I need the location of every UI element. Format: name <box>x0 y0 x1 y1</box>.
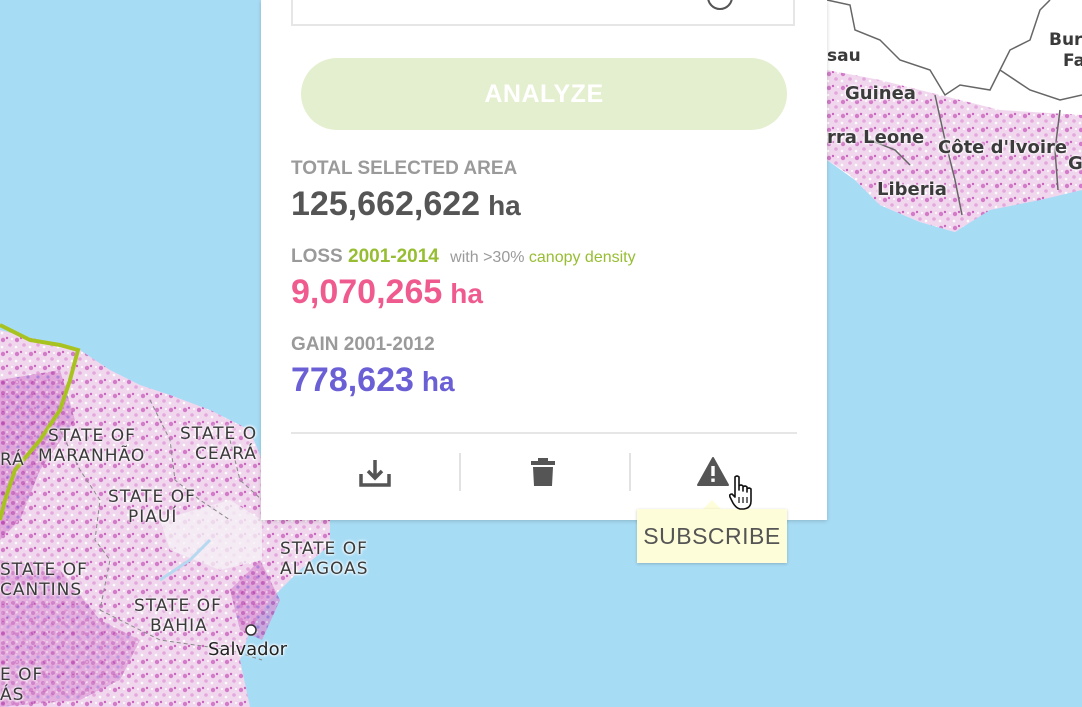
salvador-marker <box>245 624 257 636</box>
map-label-bahia: STATE OF <box>134 596 222 616</box>
map-label-cote-divoire: Côte d'Ivoire <box>938 137 1068 158</box>
loss-label-text: LOSS <box>291 246 343 267</box>
loss-number: 9,070,265 <box>291 273 443 311</box>
tool-separator <box>459 453 461 491</box>
map-label-piaui-2: PIAUÍ <box>128 507 178 527</box>
map-label-sierra-leone: rra Leone <box>827 127 925 148</box>
trash-icon <box>531 458 555 486</box>
map-label-tocantins-2: CANTINS <box>0 580 83 600</box>
loss-note: with >30% canopy density <box>450 249 635 266</box>
map-label-ceara: STATE O <box>180 424 258 444</box>
map-label-maranhao: STATE OF <box>48 426 136 446</box>
subscribe-tooltip: SUBSCRIBE <box>637 509 787 563</box>
total-area-label: TOTAL SELECTED AREA <box>291 158 518 179</box>
map-label-liberia: Liberia <box>877 179 947 200</box>
map-label-piaui: STATE OF <box>108 487 196 507</box>
panel-divider <box>291 432 797 434</box>
map-label-alagoas-2: ALAGOAS <box>280 559 369 579</box>
hand-cursor-icon <box>728 475 752 510</box>
map-label-tocantins: STATE OF <box>0 560 88 580</box>
loss-unit: ha <box>450 278 483 309</box>
loss-label: LOSS 2001-2014 with >30% canopy density <box>291 246 636 268</box>
loss-note-prefix: with >30% <box>450 249 525 266</box>
map-label-alagoas: STATE OF <box>280 539 368 559</box>
map-label-burkina: Bur <box>1049 30 1082 50</box>
clear-icon[interactable] <box>707 0 733 10</box>
area-search-input[interactable] <box>291 0 795 26</box>
map-label-salvador: Salvador <box>208 639 287 660</box>
map-label-burkina-2: Fa <box>1063 51 1082 71</box>
loss-years-link[interactable]: 2001-2014 <box>348 246 439 267</box>
gain-value: 778,623 ha <box>291 361 455 400</box>
loss-value: 9,070,265 ha <box>291 273 483 312</box>
tool-separator <box>629 453 631 491</box>
download-icon <box>359 460 391 487</box>
gain-unit: ha <box>421 366 455 397</box>
analysis-panel: ANALYZE TOTAL SELECTED AREA 125,662,622 h… <box>261 0 827 520</box>
gain-label: GAIN 2001-2012 <box>291 334 435 355</box>
map-label-guinea: Guinea <box>845 83 916 104</box>
delete-button[interactable] <box>518 450 568 496</box>
canopy-density-link[interactable]: canopy density <box>529 249 636 266</box>
total-area-unit: ha <box>488 190 521 221</box>
total-area-value: 125,662,622 ha <box>291 185 521 224</box>
map-label-goias-2: ÁS <box>0 685 25 705</box>
west-africa-land <box>826 0 1082 232</box>
map-label-maranhao-2: MARANHÃO <box>38 446 146 466</box>
map-label-bahia-2: BAHIA <box>150 616 208 636</box>
tooltip-arrow <box>703 500 721 509</box>
map-label-ghana: G <box>1068 153 1082 174</box>
analyze-button[interactable]: ANALYZE <box>301 58 787 130</box>
total-area-number: 125,662,622 <box>291 185 481 223</box>
map-label-para: RÁ <box>0 450 25 470</box>
map-label-goias: E OF <box>0 665 44 685</box>
gain-number: 778,623 <box>291 361 414 399</box>
map-label-bissau: sau <box>827 46 861 66</box>
map-label-ceara-2: CEARÁ <box>195 444 257 464</box>
download-button[interactable] <box>350 450 400 496</box>
